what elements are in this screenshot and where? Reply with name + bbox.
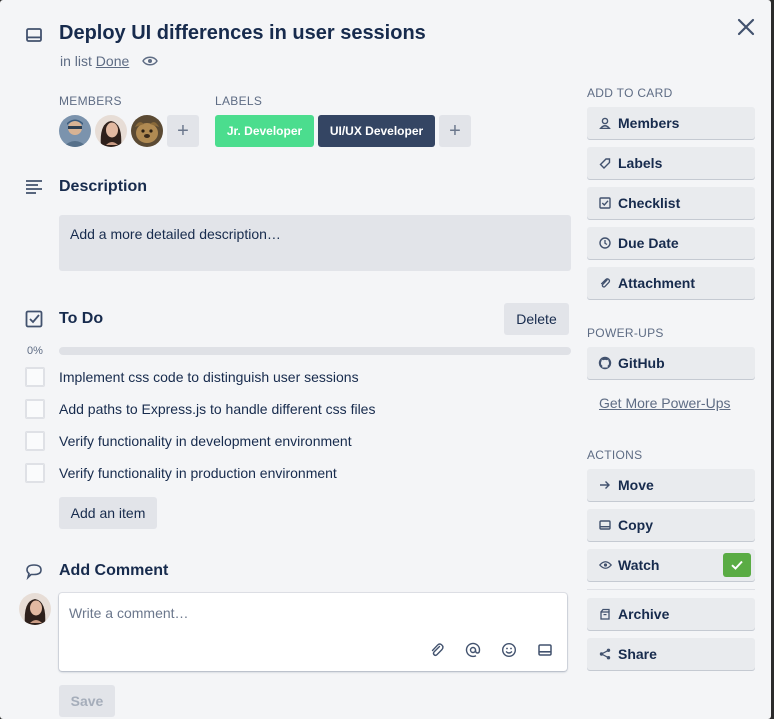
comment-input[interactable]: Write a comment… <box>59 593 567 671</box>
sidebar-copy-button[interactable]: Copy <box>587 509 755 541</box>
card-attach-icon[interactable] <box>537 642 553 658</box>
labels-heading: LABELS <box>215 94 263 108</box>
checkbox-icon <box>598 196 612 210</box>
add-member-button[interactable]: + <box>167 115 199 147</box>
save-comment-button[interactable]: Save <box>59 685 115 717</box>
checklist-item-checkbox[interactable] <box>25 463 45 483</box>
add-to-card-heading: ADD TO CARD <box>587 86 673 100</box>
arrow-right-icon <box>598 478 612 492</box>
eye-icon <box>598 558 612 572</box>
mention-icon[interactable] <box>465 642 481 658</box>
checklist-item-text[interactable]: Implement css code to distinguish user s… <box>59 369 359 385</box>
watching-check-icon <box>723 553 751 577</box>
checklist-title[interactable]: To Do <box>59 310 103 328</box>
tag-icon <box>598 156 612 170</box>
card-icon <box>598 518 612 532</box>
description-placeholder: Add a more detailed description… <box>70 226 281 242</box>
card-detail-modal: Deploy UI differences in user sessions i… <box>0 0 771 719</box>
card-icon <box>25 26 43 44</box>
sidebar-members-label: Members <box>618 115 680 131</box>
sidebar-copy-label: Copy <box>618 517 653 533</box>
checklist-progress-bar <box>59 347 571 355</box>
description-input[interactable]: Add a more detailed description… <box>59 215 571 271</box>
eye-icon <box>142 54 158 68</box>
description-icon <box>25 178 43 196</box>
checklist-item-text[interactable]: Verify functionality in development envi… <box>59 433 352 449</box>
checklist-item-text[interactable]: Verify functionality in production envir… <box>59 465 337 481</box>
sidebar-share-button[interactable]: Share <box>587 638 755 670</box>
clock-icon <box>598 236 612 250</box>
checklist-icon <box>25 310 43 328</box>
in-list-prefix: in list <box>60 53 92 69</box>
sidebar-github-label: GitHub <box>618 355 665 371</box>
close-icon[interactable] <box>733 14 759 40</box>
actions-divider <box>587 589 755 590</box>
sidebar-labels-button[interactable]: Labels <box>587 147 755 179</box>
sidebar-move-button[interactable]: Move <box>587 469 755 501</box>
card-title[interactable]: Deploy UI differences in user sessions <box>59 22 426 45</box>
archive-icon <box>598 607 612 621</box>
emoji-icon[interactable] <box>501 642 517 658</box>
sidebar-checklist-label: Checklist <box>618 195 681 211</box>
sidebar-attachment-label: Attachment <box>618 275 696 291</box>
person-icon <box>598 116 612 130</box>
add-comment-heading: Add Comment <box>59 562 169 579</box>
sidebar-move-label: Move <box>618 477 654 493</box>
current-user-avatar[interactable] <box>19 593 51 625</box>
sidebar-archive-button[interactable]: Archive <box>587 598 755 630</box>
paperclip-icon <box>598 276 612 290</box>
attach-icon[interactable] <box>429 642 445 658</box>
actions-heading: ACTIONS <box>587 448 643 462</box>
checklist-item-checkbox[interactable] <box>25 431 45 451</box>
get-more-power-ups-link[interactable]: Get More Power-Ups <box>599 395 730 411</box>
sidebar-members-button[interactable]: Members <box>587 107 755 139</box>
checklist-item-checkbox[interactable] <box>25 399 45 419</box>
sidebar-attachment-button[interactable]: Attachment <box>587 267 755 299</box>
sidebar-due-date-button[interactable]: Due Date <box>587 227 755 259</box>
members-heading: MEMBERS <box>59 94 122 108</box>
sidebar-due-date-label: Due Date <box>618 235 679 251</box>
sidebar-archive-label: Archive <box>618 606 670 622</box>
checklist-item: Verify functionality in development envi… <box>25 430 352 452</box>
add-checklist-item-button[interactable]: Add an item <box>59 497 157 529</box>
checklist-item-text[interactable]: Add paths to Express.js to handle differ… <box>59 401 375 417</box>
label-uiux-developer[interactable]: UI/UX Developer <box>318 115 435 147</box>
card-list-info: in list Done <box>60 53 129 69</box>
description-heading: Description <box>59 178 148 195</box>
sidebar-share-label: Share <box>618 646 657 662</box>
sidebar-labels-label: Labels <box>618 155 663 171</box>
checklist-item: Verify functionality in production envir… <box>25 462 337 484</box>
delete-checklist-button[interactable]: Delete <box>504 303 569 335</box>
comment-placeholder: Write a comment… <box>69 605 189 621</box>
sidebar-watch-button[interactable]: Watch <box>587 549 755 581</box>
sidebar-github-button[interactable]: GitHub <box>587 347 755 379</box>
checklist-item-checkbox[interactable] <box>25 367 45 387</box>
sidebar-checklist-button[interactable]: Checklist <box>587 187 755 219</box>
github-icon <box>598 356 612 370</box>
checklist-item: Implement css code to distinguish user s… <box>25 366 359 388</box>
checklist-progress-percent: 0% <box>27 345 43 357</box>
checklist-item: Add paths to Express.js to handle differ… <box>25 398 375 420</box>
comment-icon <box>25 562 43 580</box>
power-ups-heading: POWER-UPS <box>587 326 664 340</box>
member-avatar-3[interactable] <box>131 115 163 147</box>
list-name-link[interactable]: Done <box>96 53 129 69</box>
share-icon <box>598 647 612 661</box>
member-avatar-1[interactable] <box>59 115 91 147</box>
member-avatar-2[interactable] <box>95 115 127 147</box>
sidebar-watch-label: Watch <box>618 557 660 573</box>
label-jr-developer[interactable]: Jr. Developer <box>215 115 314 147</box>
add-label-button[interactable]: + <box>439 115 471 147</box>
